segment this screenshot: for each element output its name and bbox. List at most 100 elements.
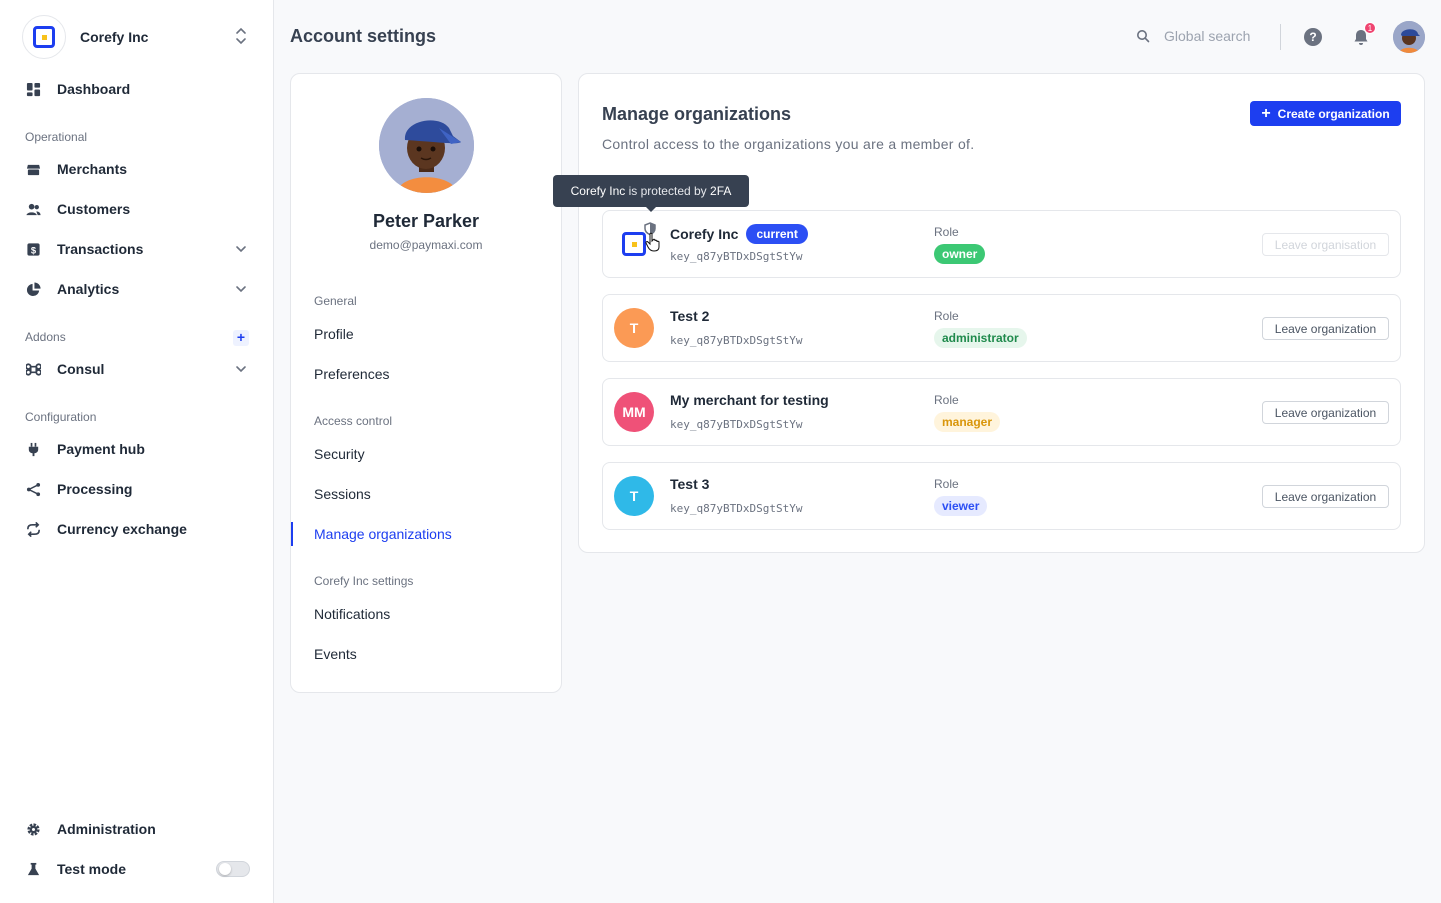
- sidebar-item-test-mode: Test mode: [25, 857, 250, 881]
- sidebar-item-analytics[interactable]: Analytics: [25, 277, 250, 301]
- role-badge: manager: [934, 412, 1001, 432]
- create-organization-label: Create organization: [1277, 106, 1390, 121]
- menu-item-sessions[interactable]: Sessions: [314, 486, 371, 502]
- org-avatar: T: [614, 308, 654, 348]
- org-key: key_q87yBTDxDSgtStYw: [670, 250, 803, 263]
- org-avatar: T: [614, 476, 654, 516]
- tooltip-org: Corefy Inc: [570, 184, 626, 198]
- section-operational: Operational: [25, 130, 88, 144]
- sidebar: Corefy Inc Dashboard Operational Merchan…: [0, 0, 274, 903]
- sidebar-item-dashboard[interactable]: Dashboard: [25, 77, 250, 101]
- sidebar-item-payment-hub[interactable]: Payment hub: [25, 437, 250, 461]
- share-icon: [25, 481, 41, 497]
- org-logo: [22, 15, 66, 59]
- search-icon: [1137, 30, 1150, 43]
- sidebar-item-merchants[interactable]: Merchants: [25, 157, 250, 181]
- profile-name: Peter Parker: [372, 211, 480, 231]
- org-name: Test 2: [670, 308, 710, 324]
- orgs-title: Manage organizations: [602, 104, 792, 124]
- org-row: MM My merchant for testing key_q87yBTDxD…: [602, 378, 1401, 446]
- user-avatar[interactable]: [1393, 21, 1425, 53]
- org-switcher[interactable]: Corefy Inc: [22, 15, 252, 59]
- chevron-down-icon[interactable]: [234, 242, 248, 256]
- org-key: key_q87yBTDxDSgtStYw: [670, 418, 803, 431]
- sidebar-item-processing[interactable]: Processing: [25, 477, 250, 501]
- sidebar-item-consul[interactable]: Consul: [25, 357, 250, 381]
- exchange-icon: [25, 521, 41, 537]
- role-label: Role: [934, 477, 959, 491]
- sidebar-item-label: Customers: [57, 201, 131, 217]
- profile-email: demo@paymaxi.com: [369, 238, 483, 252]
- tooltip-arrow: [645, 206, 657, 212]
- org-row: T Test 2 key_q87yBTDxDSgtStYw Role admin…: [602, 294, 1401, 362]
- header-divider: [1280, 24, 1281, 50]
- profile-card: Peter Parker demo@paymaxi.com General Pr…: [290, 73, 562, 693]
- sidebar-item-transactions[interactable]: $ Transactions: [25, 237, 250, 261]
- role-label: Role: [934, 225, 959, 239]
- menu-item-manage-organizations[interactable]: Manage organizations: [314, 526, 452, 542]
- sidebar-item-customers[interactable]: Customers: [25, 197, 250, 221]
- org-key: key_q87yBTDxDSgtStYw: [670, 502, 803, 515]
- menu-item-profile[interactable]: Profile: [314, 326, 354, 342]
- help-icon[interactable]: ?: [1304, 28, 1322, 46]
- chevron-up-down-icon: [234, 27, 248, 47]
- tooltip-method: 2FA: [710, 184, 732, 198]
- test-mode-toggle[interactable]: [216, 861, 250, 877]
- sidebar-item-label: Payment hub: [57, 441, 145, 457]
- organizations-card: Manage organizations Control access to t…: [578, 73, 1425, 553]
- store-icon: [25, 161, 41, 177]
- menu-item-security[interactable]: Security: [314, 446, 365, 462]
- chevron-down-icon[interactable]: [234, 282, 248, 296]
- section-configuration: Configuration: [25, 410, 97, 424]
- menu-section-general: General: [314, 294, 357, 308]
- menu-section-access-control: Access control: [314, 414, 393, 428]
- sidebar-item-currency-exchange[interactable]: Currency exchange: [25, 517, 250, 541]
- menu-section-org-settings: Corefy Inc settings: [314, 574, 414, 588]
- menu-item-events[interactable]: Events: [314, 646, 357, 662]
- menu-item-notifications[interactable]: Notifications: [314, 606, 390, 622]
- role-badge: viewer: [934, 496, 988, 516]
- create-organization-button[interactable]: + Create organization: [1250, 101, 1401, 126]
- sidebar-item-label: Transactions: [57, 241, 144, 257]
- menu-item-preferences[interactable]: Preferences: [314, 366, 389, 382]
- leave-organisation-button[interactable]: Leave organisation: [1262, 233, 1389, 256]
- dashboard-icon: [25, 81, 41, 97]
- sidebar-item-label: Processing: [57, 481, 133, 497]
- sidebar-item-label: Merchants: [57, 161, 128, 177]
- sidebar-item-label: Dashboard: [57, 81, 131, 97]
- search-placeholder: Global search: [1164, 28, 1251, 44]
- chevron-down-icon[interactable]: [234, 362, 248, 376]
- leave-organization-button[interactable]: Leave organization: [1262, 401, 1389, 424]
- users-icon: [25, 201, 41, 217]
- leave-organization-button[interactable]: Leave organization: [1262, 317, 1389, 340]
- notification-badge: 1: [1364, 22, 1376, 34]
- role-badge: owner: [934, 244, 986, 264]
- pie-chart-icon: [25, 281, 41, 297]
- role-label: Role: [934, 393, 959, 407]
- org-name: My merchant for testing: [670, 392, 829, 408]
- active-indicator: [291, 522, 293, 546]
- dollar-icon: $: [25, 241, 41, 257]
- profile-avatar: [379, 98, 474, 193]
- org-name: Corefy Inc: [80, 29, 149, 45]
- plug-icon: [25, 441, 41, 457]
- current-badge: current: [746, 224, 808, 244]
- leave-organization-button[interactable]: Leave organization: [1262, 485, 1389, 508]
- role-badge: administrator: [934, 328, 1027, 348]
- role-label: Role: [934, 309, 959, 323]
- plus-icon: +: [1261, 104, 1271, 122]
- section-addons: Addons: [25, 330, 66, 344]
- org-name-text: Corefy Inc: [670, 226, 739, 242]
- org-row: T Test 3 key_q87yBTDxDSgtStYw Role viewe…: [602, 462, 1401, 530]
- global-search[interactable]: Global search: [1136, 28, 1250, 44]
- sidebar-item-label: Test mode: [57, 861, 126, 877]
- org-name: Corefy Inc current: [670, 224, 808, 244]
- org-avatar: MM: [614, 392, 654, 432]
- gear-icon: [25, 821, 41, 837]
- add-addon-button[interactable]: +: [233, 330, 249, 346]
- page-title: Account settings: [290, 26, 437, 46]
- orgs-subtitle: Control access to the organizations you …: [602, 136, 975, 152]
- hand-cursor-icon: [645, 232, 660, 252]
- sidebar-item-administration[interactable]: Administration: [25, 817, 250, 841]
- command-icon: [25, 361, 41, 377]
